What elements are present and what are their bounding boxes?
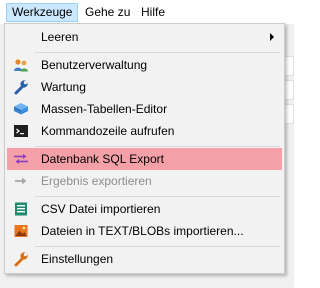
menu-separator (35, 196, 280, 197)
menu-item-label: Ergebnis exportieren (41, 174, 152, 188)
menubar-item-werkzeuge[interactable]: Werkzeuge (6, 3, 79, 22)
users-icon (13, 57, 29, 73)
menu-item-blob-importieren[interactable]: Dateien in TEXT/BLOBs importieren... (7, 220, 282, 242)
image-file-icon (13, 223, 29, 239)
menubar-item-gehe-zu[interactable]: Gehe zu (80, 3, 135, 22)
menu-item-label: Einstellungen (41, 252, 114, 266)
menu-item-wartung[interactable]: Wartung (7, 76, 282, 98)
menu-item-label: Dateien in TEXT/BLOBs importieren... (41, 224, 244, 238)
spreadsheet-icon (13, 201, 29, 217)
stacked-tables-icon (13, 101, 29, 117)
terminal-icon (13, 123, 29, 139)
wrench-icon (13, 79, 29, 95)
menu-item-label: Kommandozeile aufrufen (41, 124, 175, 138)
menu-item-kommandozeile[interactable]: Kommandozeile aufrufen (7, 120, 282, 142)
menu-item-label: Wartung (41, 80, 86, 94)
menu-item-label: Datenbank SQL Export (41, 152, 164, 166)
menu-item-label: Massen-Tabellen-Editor (41, 102, 168, 116)
wrench-icon (13, 251, 29, 267)
submenu-arrow-icon (270, 33, 274, 41)
menu-separator (35, 146, 280, 147)
menu-item-datenbank-sql-export[interactable]: Datenbank SQL Export (7, 148, 282, 170)
menu-item-label: CSV Datei importieren (41, 202, 161, 216)
menu-item-leeren[interactable]: Leeren (7, 26, 282, 48)
arrow-right-icon (13, 173, 29, 189)
menu-item-ergebnis-exportieren[interactable]: Ergebnis exportieren (7, 170, 282, 192)
menu-separator (35, 52, 280, 53)
menu-item-csv-importieren[interactable]: CSV Datei importieren (7, 198, 282, 220)
menu-bar: Werkzeuge Gehe zu Hilfe (0, 0, 293, 24)
export-arrows-icon (13, 151, 29, 167)
menu-separator (35, 246, 280, 247)
menubar-item-hilfe[interactable]: Hilfe (136, 3, 170, 22)
menu-item-benutzerverwaltung[interactable]: Benutzerverwaltung (7, 54, 282, 76)
menu-item-label: Benutzerverwaltung (41, 58, 148, 72)
menu-item-einstellungen[interactable]: Einstellungen (7, 248, 282, 270)
menu-item-label: Leeren (41, 30, 79, 44)
menu-item-massen-tabellen-editor[interactable]: Massen-Tabellen-Editor (7, 98, 282, 120)
werkzeuge-dropdown-menu: Leeren Benutzerverwaltung Wartung Massen… (4, 23, 285, 274)
